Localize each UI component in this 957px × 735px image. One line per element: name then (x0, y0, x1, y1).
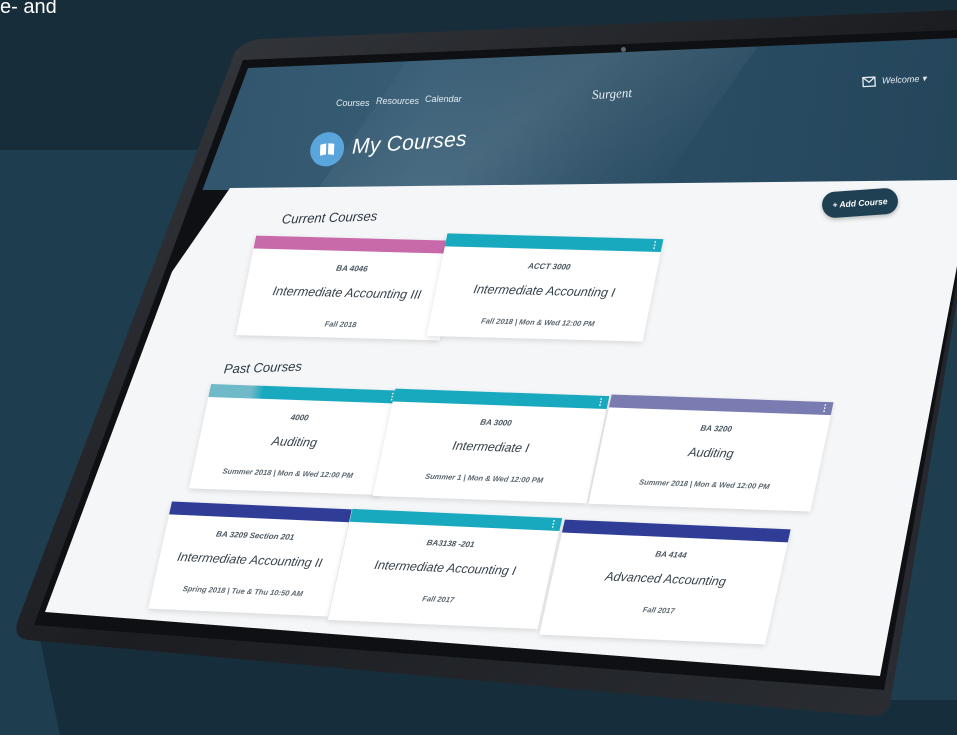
course-name: Intermediate Accounting I (373, 557, 518, 579)
course-card[interactable]: BA 3209 Section 201 Intermediate Account… (148, 501, 352, 617)
welcome-label[interactable]: Welcome ▾ (882, 73, 927, 86)
page-title: My Courses (351, 127, 468, 159)
course-term: Summer 2018 | Mon & Wed 12:00 PM (638, 477, 771, 492)
course-code: ACCT 3000 (527, 261, 572, 272)
course-card[interactable]: ⋮ BA 4046 Intermediate Accounting III Fa… (235, 235, 461, 341)
course-term: Fall 2017 (421, 594, 456, 605)
course-term: Summer 1 | Mon & Wed 12:00 PM (424, 471, 544, 485)
course-name: Intermediate Accounting I (472, 282, 617, 300)
course-code: BA 3200 (699, 423, 733, 434)
course-card[interactable]: ⋮ BA3138 -201 Intermediate Accounting I … (327, 508, 563, 630)
nav-courses[interactable]: Courses (336, 98, 370, 108)
course-name: Intermediate I (451, 438, 531, 456)
course-code: BA 4046 (335, 263, 369, 274)
course-card[interactable]: ⋮ BA 3000 Intermediate I Summer 1 | Mon … (372, 388, 610, 504)
course-card[interactable]: ⋮ 4000 Auditing Summer 2018 | Mon & Wed … (188, 384, 402, 495)
add-course-button[interactable]: + Add Course (821, 187, 899, 219)
course-card[interactable]: ⋮ BA 3200 Auditing Summer 2018 | Mon & W… (588, 394, 834, 512)
course-term: Fall 2018 (323, 319, 358, 330)
course-name: Advanced Accounting (603, 569, 728, 589)
course-name: Intermediate Accounting III (271, 284, 423, 302)
book-icon (309, 131, 345, 168)
course-card[interactable]: BA 4144 Advanced Accounting Fall 2017 (539, 519, 791, 645)
course-code: BA 3000 (479, 417, 513, 428)
course-name: Auditing (270, 434, 319, 450)
course-card[interactable]: ⋮ ACCT 3000 Intermediate Accounting I Fa… (426, 233, 664, 342)
course-code: 4000 (289, 412, 310, 423)
past-courses-heading: Past Courses (223, 358, 303, 377)
course-term: Summer 2018 | Mon & Wed 12:00 PM (221, 466, 354, 481)
course-code: BA 3209 Section 201 (215, 529, 296, 542)
course-term: Fall 2018 | Mon & Wed 12:00 PM (480, 316, 596, 329)
course-name: Intermediate Accounting II (175, 549, 324, 571)
nav-resources[interactable]: Resources (376, 96, 419, 106)
brand-logo[interactable]: Surgent (592, 85, 633, 103)
marketing-background: e- and Courses Resources Calendar Surgen… (0, 0, 957, 735)
course-term: Fall 2017 (641, 605, 676, 616)
course-name: Auditing (686, 445, 736, 461)
mail-icon[interactable] (862, 76, 877, 88)
course-code: BA3138 -201 (425, 538, 476, 550)
nav-calendar[interactable]: Calendar (425, 94, 462, 104)
course-code: BA 4144 (654, 549, 688, 560)
tablet-camera (621, 47, 626, 52)
course-term: Spring 2018 | Tue & Thu 10:50 AM (181, 584, 304, 599)
